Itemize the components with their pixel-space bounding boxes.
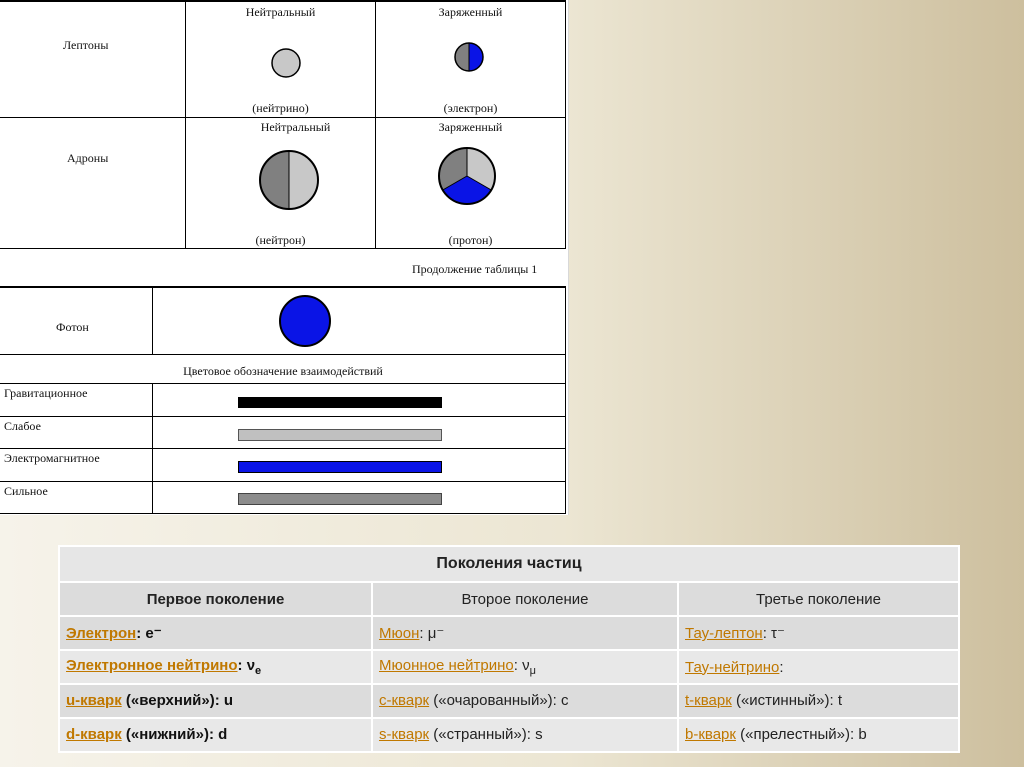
- particle-link[interactable]: c-кварк: [379, 692, 429, 709]
- table-rule: [0, 117, 566, 118]
- table-rule: [565, 2, 566, 248]
- particle-symbol: : ν: [513, 657, 530, 675]
- particle-symbol: («очарованный»): c: [429, 692, 569, 710]
- photon-symbol: [279, 295, 331, 347]
- caption-neutrino: (нейтрино): [252, 101, 309, 115]
- symbol-subscript: μ: [529, 665, 536, 678]
- table-rule: [152, 286, 153, 354]
- table-row: Электрон: e⁻ Мюон: μ⁻ Тау-лептон: τ⁻: [58, 615, 961, 652]
- column-header-neutral: Нейтральный: [245, 5, 316, 19]
- interaction-label: Электромагнитное: [4, 451, 100, 465]
- table-cell: u-кварк («верхний»): u: [58, 683, 373, 719]
- particle-link[interactable]: Тау-нейтрино: [685, 659, 779, 676]
- table-rule: [0, 286, 566, 288]
- table-rule: [0, 448, 566, 449]
- row-label-hadrons: Адроны: [67, 151, 109, 165]
- caption-electron: (электрон): [443, 101, 498, 115]
- particle-link[interactable]: Мюонное нейтрино: [379, 657, 514, 674]
- particle-link[interactable]: Электрон: [66, 625, 136, 642]
- table-cell: s-кварк («странный»): s: [371, 716, 679, 754]
- proton-symbol: [438, 147, 496, 205]
- particle-symbol: («прелестный»): b: [735, 726, 867, 744]
- caption-proton: (протон): [448, 233, 493, 247]
- interaction-bar-gravitational: [238, 397, 442, 408]
- particle-symbol: : μ⁻: [419, 625, 445, 643]
- table-cell: Мюонное нейтрино: νμ: [371, 649, 679, 685]
- table-rule: [0, 383, 566, 384]
- particle-link[interactable]: d-кварк: [66, 726, 122, 743]
- particle-symbol: : e⁻: [136, 625, 162, 643]
- particle-link[interactable]: u-кварк: [66, 692, 122, 709]
- particle-link[interactable]: Мюон: [379, 625, 419, 642]
- table-rule: [0, 416, 566, 417]
- neutrino-symbol: [271, 48, 301, 78]
- table-cell: c-кварк («очарованный»): c: [371, 683, 679, 719]
- neutron-symbol: [259, 150, 319, 210]
- column-header-first-generation: Первое поколение: [58, 581, 373, 618]
- particle-symbol: («истинный»): t: [731, 692, 842, 710]
- row-label-leptons: Лептоны: [63, 38, 109, 52]
- table-cell: Мюон: μ⁻: [371, 615, 679, 652]
- table-row: d-кварк («нижний»): d s-кварк («странный…: [58, 716, 961, 754]
- table-cell: b-кварк («прелестный»): b: [676, 716, 961, 754]
- table-caption: Поколения частиц: [57, 544, 961, 584]
- particle-link[interactable]: Тау-лептон: [685, 625, 763, 642]
- interaction-label: Слабое: [4, 419, 41, 433]
- symbol-subscript: e: [255, 665, 262, 678]
- particle-link[interactable]: Электронное нейтрино: [66, 657, 238, 674]
- interaction-bar-electromagnetic: [238, 461, 442, 473]
- table-row: Электронное нейтрино: νe Мюонное нейтрин…: [58, 649, 961, 685]
- table-cell: d-кварк («нижний»): d: [58, 716, 373, 754]
- column-header-charged: Заряженный: [438, 120, 503, 134]
- interactions-title: Цветовое обозначение взаимодействий: [183, 364, 383, 378]
- table-rule: [0, 513, 566, 514]
- particle-symbol: : ν: [237, 657, 256, 675]
- interaction-bar-strong: [238, 493, 442, 505]
- table-cell: Электрон: e⁻: [58, 615, 373, 652]
- table-cell: Электронное нейтрино: νe: [58, 649, 373, 685]
- particle-symbol: («нижний»): d: [121, 726, 228, 744]
- table-rule: [0, 248, 566, 249]
- table-rule: [565, 286, 566, 514]
- column-header-charged: Заряженный: [438, 5, 503, 19]
- row-label-photon: Фотон: [56, 320, 89, 334]
- table-continuation-note: Продолжение таблицы 1: [412, 262, 538, 276]
- table-cell: Тау-нейтрино:: [676, 649, 961, 685]
- interaction-bar-weak: [238, 429, 442, 441]
- particle-symbol: :: [779, 658, 784, 676]
- electron-symbol: [454, 42, 484, 72]
- particle-symbol: («странный»): s: [429, 726, 543, 744]
- table-row: u-кварк («верхний»): u c-кварк («очарова…: [58, 683, 961, 719]
- column-header-second-generation: Второе поколение: [371, 581, 679, 618]
- particle-symbol: : τ⁻: [762, 625, 785, 643]
- particle-generations-table: Поколения частиц Первое поколение Второе…: [57, 544, 961, 754]
- table-cell: t-кварк («истинный»): t: [676, 683, 961, 719]
- caption-neutron: (нейтрон): [255, 233, 306, 247]
- table-rule: [0, 354, 566, 355]
- particle-link[interactable]: s-кварк: [379, 726, 429, 743]
- column-header-neutral: Нейтральный: [260, 120, 331, 134]
- interaction-label: Сильное: [4, 484, 48, 498]
- particle-link[interactable]: t-кварк: [685, 692, 732, 709]
- interaction-label: Гравитационное: [4, 386, 88, 400]
- particle-symbol: («верхний»): u: [121, 692, 234, 710]
- particle-symbols-table: Лептоны Нейтральный Заряженный (нейтрино…: [0, 0, 569, 515]
- table-cell: Тау-лептон: τ⁻: [676, 615, 961, 652]
- table-rule: [0, 0, 566, 2]
- column-header-third-generation: Третье поколение: [676, 581, 961, 618]
- table-rule: [0, 481, 566, 482]
- particle-link[interactable]: b-кварк: [685, 726, 736, 743]
